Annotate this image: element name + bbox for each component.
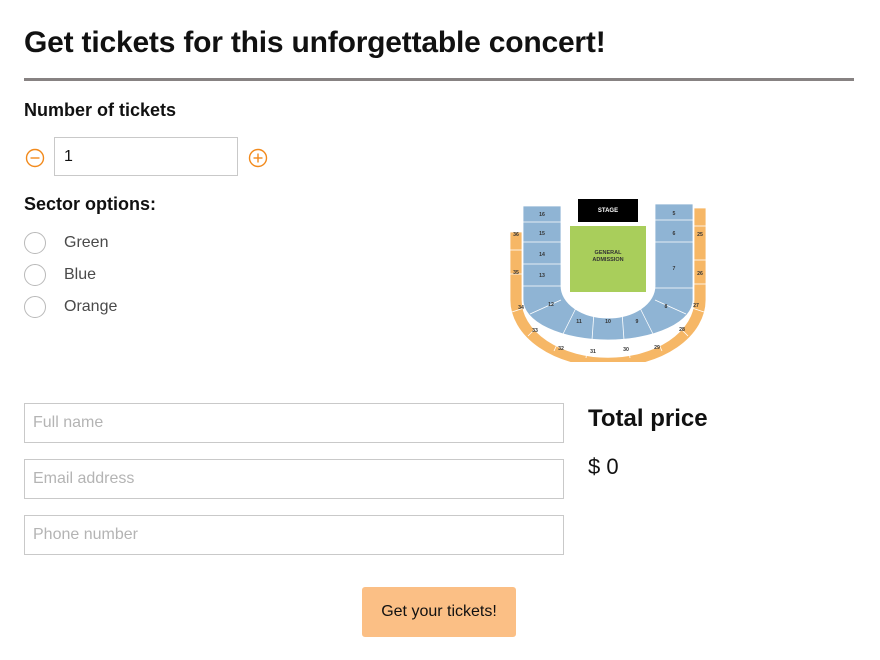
total-price-value: $ 0 (588, 454, 619, 480)
section-label: 12 (548, 302, 554, 308)
sector-option-blue[interactable]: Blue (24, 262, 96, 288)
section-label: 10 (605, 319, 611, 325)
minus-circle-icon (25, 148, 45, 168)
plus-circle-icon (248, 148, 268, 168)
section-label: 25 (697, 232, 703, 238)
sector-options-label: Sector options: (24, 194, 157, 214)
section-label: 28 (679, 327, 685, 333)
sector-option-green[interactable]: Green (24, 230, 108, 256)
section-label: 16 (539, 212, 545, 218)
radio-button[interactable] (24, 232, 46, 254)
section-label: 6 (673, 231, 676, 237)
section-label: 11 (576, 319, 582, 325)
ticket-quantity-input[interactable] (54, 137, 238, 176)
section-label: 14 (539, 252, 545, 258)
section-label: 29 (654, 345, 660, 351)
sector-option-label: Blue (64, 266, 97, 283)
tickets-label: Number of tickets (24, 100, 177, 120)
stage-label: STAGE (598, 208, 618, 214)
section-label: 7 (673, 266, 676, 272)
page-title: Get tickets for this unforgettable conce… (24, 26, 606, 59)
section-label: 26 (697, 271, 703, 277)
email-field[interactable] (24, 459, 564, 499)
section-label: 33 (532, 328, 538, 334)
section-label: 27 (693, 303, 699, 309)
sector-option-orange[interactable]: Orange (24, 294, 117, 320)
section-label: 13 (539, 273, 545, 279)
section-label: 5 (673, 211, 676, 217)
ga-label-line2: ADMISSION (592, 257, 623, 263)
phone-field[interactable] (24, 515, 564, 555)
total-amount: 0 (606, 454, 619, 479)
increment-button[interactable] (248, 148, 268, 168)
decrement-button[interactable] (25, 148, 45, 168)
section-label: 15 (539, 231, 545, 237)
ga-label-line1: GENERAL (595, 250, 623, 256)
full-name-field[interactable] (24, 403, 564, 443)
total-price-heading: Total price (588, 405, 708, 432)
section-label: 31 (590, 349, 596, 355)
currency-symbol: $ (588, 454, 601, 479)
section-label: 34 (518, 305, 524, 311)
section-label: 8 (665, 304, 668, 310)
sector-option-label: Orange (64, 298, 118, 315)
seat-map: STAGE GENERAL ADMISSION 16 15 14 13 5 6 … (509, 199, 707, 362)
section-label: 35 (513, 270, 519, 276)
section-label: 30 (623, 347, 629, 353)
page: Get tickets for this unforgettable conce… (0, 0, 880, 660)
section-label: 9 (636, 319, 639, 325)
sector-option-label: Green (64, 234, 109, 251)
get-tickets-button[interactable]: Get your tickets! (362, 587, 516, 637)
section-label: 32 (558, 346, 564, 352)
section-label: 36 (513, 232, 519, 238)
radio-button[interactable] (24, 264, 46, 286)
radio-button[interactable] (24, 296, 46, 318)
title-divider (24, 78, 854, 81)
